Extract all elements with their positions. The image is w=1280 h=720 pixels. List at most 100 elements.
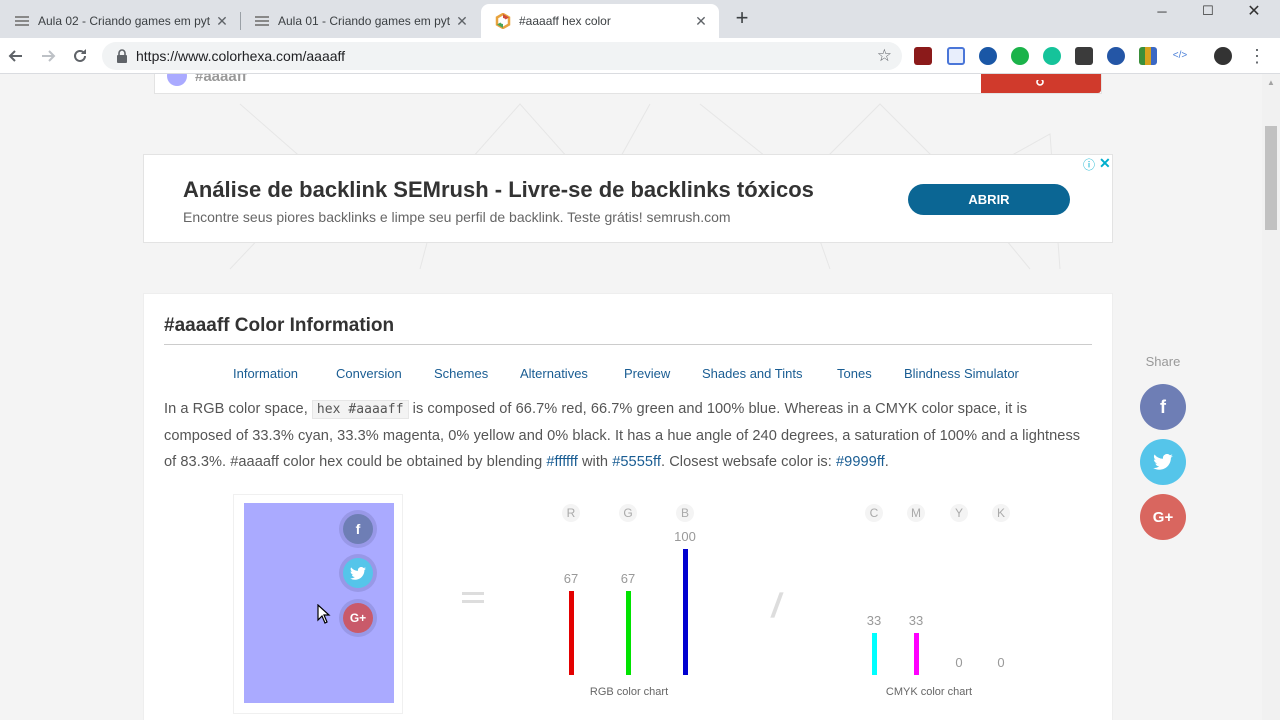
tab-aula-01[interactable]: Aula 01 - Criando games em pyt ✕	[240, 4, 480, 38]
value-label-r: 67	[563, 571, 579, 586]
tab-strip: Aula 02 - Criando games em pyt ✕ Aula 01…	[0, 0, 1280, 38]
tab-title: Aula 01 - Criando games em pyt	[278, 14, 451, 28]
twitter-share-button[interactable]	[1140, 439, 1186, 485]
google-plus-icon[interactable]: G+	[343, 603, 373, 633]
google-plus-icon: G+	[1152, 508, 1174, 526]
rgb-chart-title: RGB color chart	[589, 686, 669, 698]
equals-sign	[462, 592, 484, 606]
tab-favicon-icon	[15, 16, 29, 26]
text-fragment: .	[884, 454, 889, 470]
profile-avatar[interactable]	[1214, 47, 1232, 65]
google-plus-share-button[interactable]: G+	[1140, 494, 1186, 540]
share-label: Share	[1145, 354, 1181, 369]
text-fragment: In a RGB color space,	[164, 401, 312, 417]
channel-label-k: K	[992, 504, 1010, 522]
ad-headline[interactable]: Análise de backlink SEMrush - Livre-se d…	[183, 177, 814, 203]
close-tab-icon[interactable]: ✕	[454, 13, 470, 29]
twitter-icon[interactable]	[343, 558, 373, 588]
bar-c	[872, 633, 877, 675]
cmyk-chart-title: CMYK color chart	[885, 686, 973, 698]
code-extension-icon[interactable]: </>	[1171, 47, 1189, 65]
twitter-icon	[1153, 454, 1173, 470]
search-button[interactable]	[981, 74, 1101, 93]
minimize-icon[interactable]: ─	[1139, 0, 1185, 22]
address-bar[interactable]: https://www.colorhexa.com/aaaaff ☆	[102, 42, 902, 70]
nav-blindness-simulator[interactable]: Blindness Simulator	[904, 366, 1019, 381]
chart-extension-icon[interactable]	[1139, 47, 1157, 65]
text-fragment: with	[577, 454, 613, 470]
nav-preview[interactable]: Preview	[624, 366, 670, 381]
cmyk-color-chart: CMYK color chart C 33 M 33 Y 0 K 0	[844, 494, 1014, 704]
blend-color-link-1[interactable]: #ffffff	[546, 454, 577, 470]
forward-arrow-icon[interactable]	[36, 44, 60, 68]
bar-b	[683, 549, 688, 675]
value-label-y: 0	[955, 655, 963, 670]
grammarly-icon[interactable]	[1043, 47, 1061, 65]
advertisement-banner[interactable]: Análise de backlink SEMrush - Livre-se d…	[143, 154, 1113, 243]
value-label-k: 0	[997, 655, 1005, 670]
value-label-c: 33	[866, 613, 882, 628]
slash-divider: /	[768, 587, 785, 625]
ad-info-icon[interactable]: ⓘ	[1083, 156, 1095, 173]
section-title: #aaaaff Color Information	[164, 315, 395, 336]
bar-r	[569, 591, 574, 675]
close-window-icon[interactable]: ✕	[1231, 0, 1277, 22]
color-description: In a RGB color space, hex #aaaaff is com…	[164, 396, 1094, 475]
divider	[164, 344, 1092, 345]
back-arrow-icon[interactable]	[4, 44, 28, 68]
ad-open-button[interactable]: ABRIR	[908, 184, 1070, 215]
reload-icon[interactable]	[68, 44, 92, 68]
rgb-color-chart: RGB color chart R 67 G 67 B 100	[544, 494, 714, 704]
vertical-scrollbar[interactable]: ▲	[1262, 74, 1280, 720]
browser-toolbar: https://www.colorhexa.com/aaaaff ☆ </> ⋮	[0, 38, 1280, 74]
blend-color-link-2[interactable]: #5555ff	[612, 454, 661, 470]
channel-label-g: G	[619, 504, 637, 522]
nav-alternatives[interactable]: Alternatives	[520, 366, 588, 381]
search-color-swatch	[167, 74, 187, 86]
facebook-icon[interactable]: f	[343, 514, 373, 544]
mouse-cursor-icon	[317, 604, 331, 624]
channel-label-y: Y	[950, 504, 968, 522]
color-search-bar[interactable]: #aaaaff	[154, 74, 1102, 94]
close-tab-icon[interactable]: ✕	[214, 13, 230, 29]
grammarly-g-icon[interactable]	[1011, 47, 1029, 65]
tab-aaaaff-hex-color[interactable]: #aaaaff hex color ✕	[481, 4, 719, 38]
nav-conversion[interactable]: Conversion	[336, 366, 402, 381]
maximize-icon[interactable]: ☐	[1185, 0, 1231, 22]
ad-close-icon[interactable]: ✕	[1099, 155, 1111, 172]
browser-menu-icon[interactable]: ⋮	[1248, 46, 1266, 66]
pdf-extension-icon[interactable]	[914, 47, 932, 65]
value-label-g: 67	[620, 571, 636, 586]
tab-title: #aaaaff hex color	[519, 14, 611, 28]
scrollbar-thumb[interactable]	[1265, 126, 1277, 230]
new-tab-button[interactable]: +	[731, 7, 753, 30]
globe-extension-icon[interactable]	[1107, 47, 1125, 65]
close-tab-icon[interactable]: ✕	[693, 13, 709, 29]
nav-information[interactable]: Information	[233, 366, 298, 381]
bookmark-star-icon[interactable]: ☆	[877, 46, 892, 66]
page-viewport: #aaaaff Análise de backlink SEMrush - Li…	[0, 74, 1262, 720]
hex-code: hex #aaaaff	[311, 400, 409, 419]
user-extension-icon[interactable]	[979, 47, 997, 65]
websafe-color-link[interactable]: #9999ff	[836, 454, 885, 470]
bar-m	[914, 633, 919, 675]
nav-schemes[interactable]: Schemes	[434, 366, 488, 381]
section-nav: Information Conversion Schemes Alternati…	[144, 366, 1114, 382]
url-text: https://www.colorhexa.com/aaaaff	[136, 48, 346, 64]
screen-extension-icon[interactable]	[947, 47, 965, 65]
scroll-up-arrow-icon[interactable]: ▲	[1267, 78, 1275, 87]
tab-title: Aula 02 - Criando games em pyt	[38, 14, 211, 28]
search-input[interactable]: #aaaaff	[195, 74, 247, 85]
color-information-card: #aaaaff Color Information Information Co…	[143, 293, 1113, 720]
lock-icon	[117, 49, 127, 63]
channel-label-c: C	[865, 504, 883, 522]
facebook-share-button[interactable]: f	[1140, 384, 1186, 430]
channel-label-r: R	[562, 504, 580, 522]
counter-extension-icon[interactable]	[1075, 47, 1093, 65]
colorhexa-favicon-icon	[495, 13, 511, 29]
text-fragment: . Closest websafe color is:	[661, 454, 836, 470]
nav-shades-and-tints[interactable]: Shades and Tints	[702, 366, 802, 381]
nav-tones[interactable]: Tones	[837, 366, 872, 381]
tab-aula-02[interactable]: Aula 02 - Criando games em pyt ✕	[0, 4, 240, 38]
channel-label-b: B	[676, 504, 694, 522]
